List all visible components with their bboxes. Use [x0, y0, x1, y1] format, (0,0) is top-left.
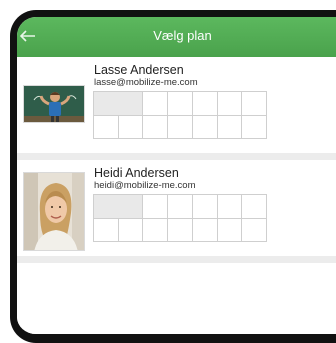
grid-cell [242, 218, 267, 242]
list-item-user[interactable]: Heidi Andersen heidi@mobilize-me.com [17, 160, 336, 255]
grid-cell [94, 218, 119, 242]
grid-cell [94, 115, 119, 139]
grid-cell [242, 195, 267, 219]
grid-cell [192, 115, 218, 139]
grid-cell [242, 92, 267, 116]
grid-cell [168, 115, 193, 139]
grid-cell [94, 195, 144, 219]
grid-cell [143, 92, 169, 116]
grid-cell [143, 115, 169, 139]
app-bar: Vælg plan [17, 17, 336, 57]
user-list: Lasse Andersen lasse@mobilize-me.com Hei… [17, 57, 336, 334]
page-title: Vælg plan [153, 28, 212, 43]
grid-cell [94, 92, 144, 116]
list-separator [17, 256, 336, 263]
grid-cell [242, 115, 267, 139]
grid-cell [217, 218, 243, 242]
grid-cell [168, 92, 193, 116]
grid-cell [217, 195, 243, 219]
grid-cell [192, 218, 218, 242]
grid-cell [143, 218, 169, 242]
device-frame: Vælg plan Lasse Andersen lasse@mobilize-… [0, 0, 336, 343]
grid-cell [168, 195, 193, 219]
user-email: lasse@mobilize-me.com [94, 77, 198, 88]
list-separator [17, 153, 336, 160]
plan-grid [93, 194, 267, 242]
user-name: Heidi Andersen [94, 166, 179, 180]
grid-cell [118, 218, 144, 242]
grid-cell [118, 115, 144, 139]
grid-cell [168, 218, 193, 242]
list-item-user[interactable]: Lasse Andersen lasse@mobilize-me.com [17, 57, 336, 152]
avatar [23, 85, 85, 123]
user-email: heidi@mobilize-me.com [94, 180, 196, 191]
avatar [23, 172, 85, 251]
grid-cell [143, 195, 169, 219]
grid-cell [192, 92, 218, 116]
grid-cell [192, 195, 218, 219]
phone-screen: Vælg plan Lasse Andersen lasse@mobilize-… [10, 10, 336, 343]
boy-chalkboard-photo [24, 86, 84, 122]
woman-portrait-photo [24, 173, 84, 250]
plan-grid [93, 91, 267, 139]
grid-cell [217, 92, 243, 116]
grid-cell [217, 115, 243, 139]
user-name: Lasse Andersen [94, 63, 184, 77]
